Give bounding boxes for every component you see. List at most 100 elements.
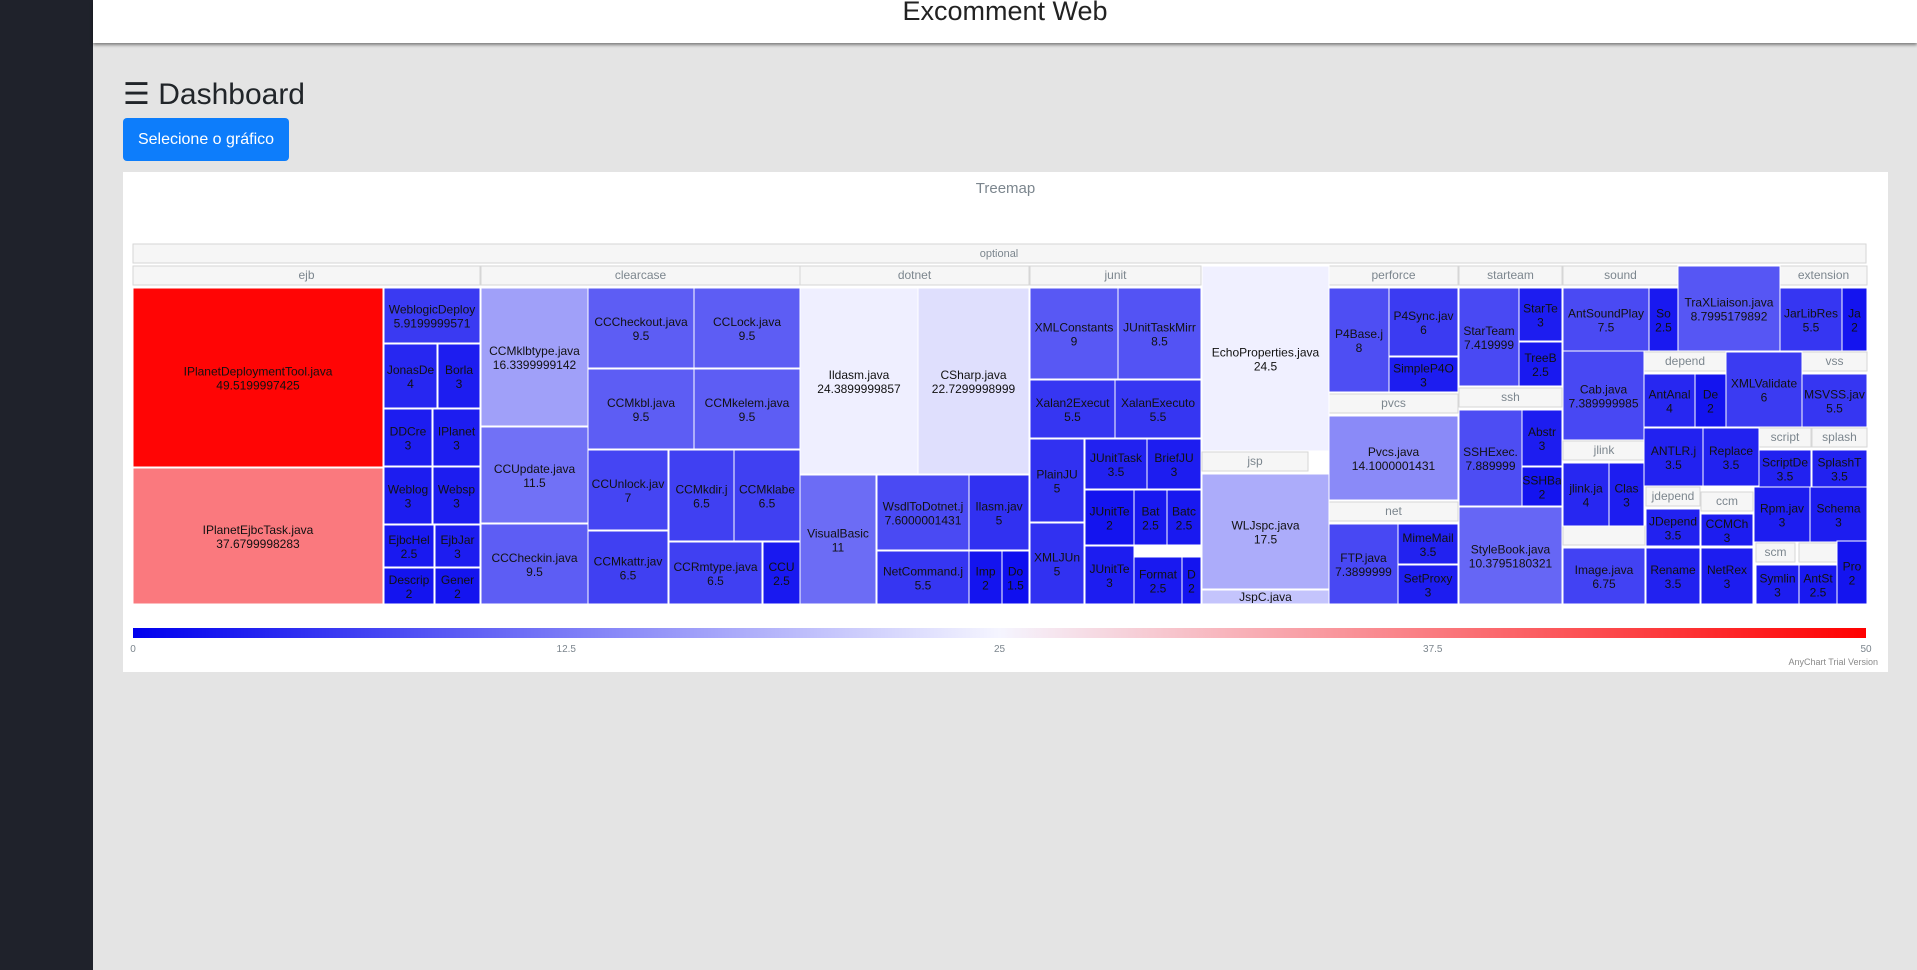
treemap-tile[interactable]: So2.5: [1648, 287, 1679, 352]
treemap-tile[interactable]: IPlanetDeploymentTool.java49.5199997425: [132, 287, 384, 468]
treemap-tile[interactable]: jlink.ja4: [1562, 462, 1610, 527]
treemap-tile[interactable]: AntSoundPlay7.5: [1562, 287, 1650, 352]
treemap-tile[interactable]: Weblog3: [383, 466, 433, 525]
treemap-tile[interactable]: BriefJU3: [1146, 438, 1202, 490]
treemap-tile[interactable]: Batc2.5: [1166, 489, 1202, 546]
treemap-tile[interactable]: CCCheckout.java9.5: [587, 287, 695, 369]
treemap-tile[interactable]: IPlanet3: [432, 408, 481, 467]
treemap-tile[interactable]: StarTe3: [1518, 287, 1563, 342]
treemap-tile-value: 2: [1539, 488, 1546, 502]
treemap-tile[interactable]: WeblogicDeploy5.9199999571: [383, 287, 481, 344]
treemap-tile[interactable]: Cab.java7.389999985: [1562, 350, 1645, 441]
treemap-tile[interactable]: EchoProperties.java24.5: [1201, 265, 1330, 452]
treemap-tile[interactable]: Borla3: [437, 343, 481, 409]
treemap-tile[interactable]: Imp2: [968, 550, 1003, 605]
treemap-tile[interactable]: NetCommand.j5.5: [876, 550, 970, 605]
treemap-tile[interactable]: Ja2: [1841, 287, 1868, 352]
treemap-tile[interactable]: Schema3: [1809, 486, 1868, 543]
treemap-tile[interactable]: P4Base.j8: [1328, 287, 1390, 393]
treemap-tile[interactable]: TreeB2.5: [1518, 341, 1563, 387]
treemap-tile[interactable]: SSHExec.7.889999: [1458, 409, 1523, 507]
treemap-tile[interactable]: Clas3: [1608, 462, 1645, 527]
treemap-tile[interactable]: CCUnlock.jav7: [587, 449, 669, 531]
treemap-tile[interactable]: SetProxy3: [1397, 564, 1459, 605]
treemap-tile[interactable]: PlainJU5: [1029, 438, 1085, 523]
treemap-tile[interactable]: CCMCh3: [1700, 513, 1754, 547]
treemap-tile[interactable]: Abstr3: [1521, 409, 1563, 467]
treemap-tile[interactable]: Rpm.jav3: [1753, 486, 1811, 543]
treemap-tile[interactable]: Ilasm.jav5: [968, 474, 1030, 551]
treemap-tile[interactable]: Do1.5: [1001, 550, 1030, 605]
treemap-tile[interactable]: CCUpdate.java11.5: [480, 426, 589, 524]
treemap-tile[interactable]: Pvcs.java14.1000001431: [1328, 415, 1459, 501]
treemap-tile[interactable]: Replace3.5: [1702, 427, 1760, 487]
treemap-tile[interactable]: CCU2.5: [762, 541, 801, 605]
treemap-tile[interactable]: MSVSS.jav5.5: [1801, 373, 1868, 428]
treemap-tile[interactable]: EjbcHel2.5: [383, 524, 435, 568]
treemap-tile[interactable]: Websp3: [432, 466, 481, 525]
treemap-tile[interactable]: P4Sync.jav6: [1388, 287, 1459, 357]
treemap-tile[interactable]: JarLibRes5.5: [1779, 287, 1843, 352]
treemap-tile[interactable]: FTP.java7.3899999: [1328, 523, 1399, 605]
treemap-tile[interactable]: CSharp.java22.7299998999: [917, 287, 1030, 475]
treemap-group-header: splash: [1811, 427, 1868, 448]
treemap-tile[interactable]: StarTeam7.419999: [1458, 287, 1520, 387]
treemap-tile[interactable]: Rename3.5: [1645, 547, 1701, 605]
treemap-tile[interactable]: Ildasm.java24.3899999857: [799, 287, 919, 475]
treemap-tile[interactable]: Xalan2Execut5.5: [1029, 379, 1116, 439]
treemap-tile-name: Descrip: [389, 573, 430, 587]
treemap-tile[interactable]: ScriptDe3.5: [1758, 449, 1812, 488]
treemap-tile[interactable]: SimpleP4O3: [1388, 356, 1459, 393]
treemap-tile[interactable]: XMLValidate6: [1725, 351, 1803, 428]
treemap-tile[interactable]: CCMkbl.java9.5: [587, 368, 695, 450]
treemap-tile[interactable]: Gener2: [434, 567, 481, 605]
treemap-tile-labels: WeblogicDeploy5.9199999571: [389, 303, 476, 331]
treemap-tile-value: 3: [1171, 465, 1178, 479]
treemap-tile[interactable]: JUnitTaskMirr8.5: [1117, 287, 1202, 380]
treemap-tile[interactable]: Format2.5: [1133, 556, 1183, 605]
treemap-tile[interactable]: EjbJar3: [434, 524, 481, 568]
treemap-tile[interactable]: JonasDe4: [383, 343, 438, 409]
treemap-tile[interactable]: TraXLiaison.java8.7995179892: [1677, 265, 1781, 352]
treemap-tile[interactable]: AntAnal4: [1643, 373, 1696, 428]
treemap-tile[interactable]: Symlin3: [1755, 564, 1800, 605]
treemap-tile[interactable]: NetRex3: [1700, 547, 1754, 605]
treemap-tile[interactable]: Descrip2: [383, 567, 435, 605]
treemap-tile[interactable]: WsdlToDotnet.j7.6000001431: [876, 474, 970, 551]
treemap-tile[interactable]: XMLConstants9: [1029, 287, 1119, 380]
treemap-tile[interactable]: MimeMail3.5: [1397, 523, 1459, 565]
treemap-tile[interactable]: VisualBasic11: [799, 474, 877, 605]
treemap-tile[interactable]: CCLock.java9.5: [693, 287, 801, 369]
treemap-tile[interactable]: IPlanetEjbcTask.java37.6799998283: [132, 467, 384, 605]
treemap-tile[interactable]: StyleBook.java10.3795180321: [1458, 506, 1563, 605]
treemap-tile[interactable]: CCMklbtype.java16.3399999142: [480, 287, 589, 427]
treemap-tile[interactable]: XMLJUn5: [1029, 522, 1085, 605]
treemap-tile[interactable]: DDCre3: [383, 408, 433, 467]
treemap-tile[interactable]: JUnitTe2: [1084, 489, 1135, 546]
treemap-tile[interactable]: AntSt2.5: [1798, 564, 1838, 605]
treemap-tile[interactable]: CCMkattr.jav6.5: [587, 530, 669, 605]
treemap-tile[interactable]: JspC.java: [1201, 589, 1330, 605]
treemap-tile[interactable]: De2: [1694, 373, 1727, 428]
select-chart-button[interactable]: Selecione o gráfico: [123, 118, 289, 161]
treemap-tile[interactable]: Bat2.5: [1133, 489, 1168, 546]
treemap-tile[interactable]: CCRmtype.java6.5: [668, 541, 763, 605]
treemap-tile[interactable]: SplashT3.5: [1811, 449, 1868, 488]
treemap-tile[interactable]: CCMkdir.j6.5: [668, 449, 735, 542]
treemap-tile[interactable]: JUnitTe3: [1084, 545, 1135, 605]
treemap-tile-name: TraXLiaison.java: [1685, 296, 1774, 310]
treemap-tile[interactable]: CCCheckin.java9.5: [480, 523, 589, 605]
treemap-group-label: ccm: [1716, 494, 1738, 508]
treemap-tile[interactable]: Pro2: [1836, 540, 1868, 605]
treemap-tile[interactable]: JUnitTask3.5: [1084, 438, 1148, 490]
treemap-tile[interactable]: WLJspc.java17.5: [1201, 473, 1330, 590]
treemap-tile[interactable]: SSHBa2: [1521, 466, 1563, 507]
treemap-tile[interactable]: XalanExecuto5.5: [1114, 379, 1202, 439]
treemap-tile[interactable]: CCMklabe6.5: [733, 449, 801, 542]
treemap-tile[interactable]: ANTLR.j3.5: [1643, 427, 1704, 487]
treemap-tile[interactable]: JDepend3.5: [1645, 508, 1701, 547]
treemap-tile-value: 3.5: [1723, 458, 1740, 472]
treemap-tile[interactable]: D2: [1181, 556, 1202, 605]
treemap-tile[interactable]: Image.java6.75: [1562, 547, 1646, 605]
treemap-tile[interactable]: CCMkelem.java9.5: [693, 368, 801, 450]
